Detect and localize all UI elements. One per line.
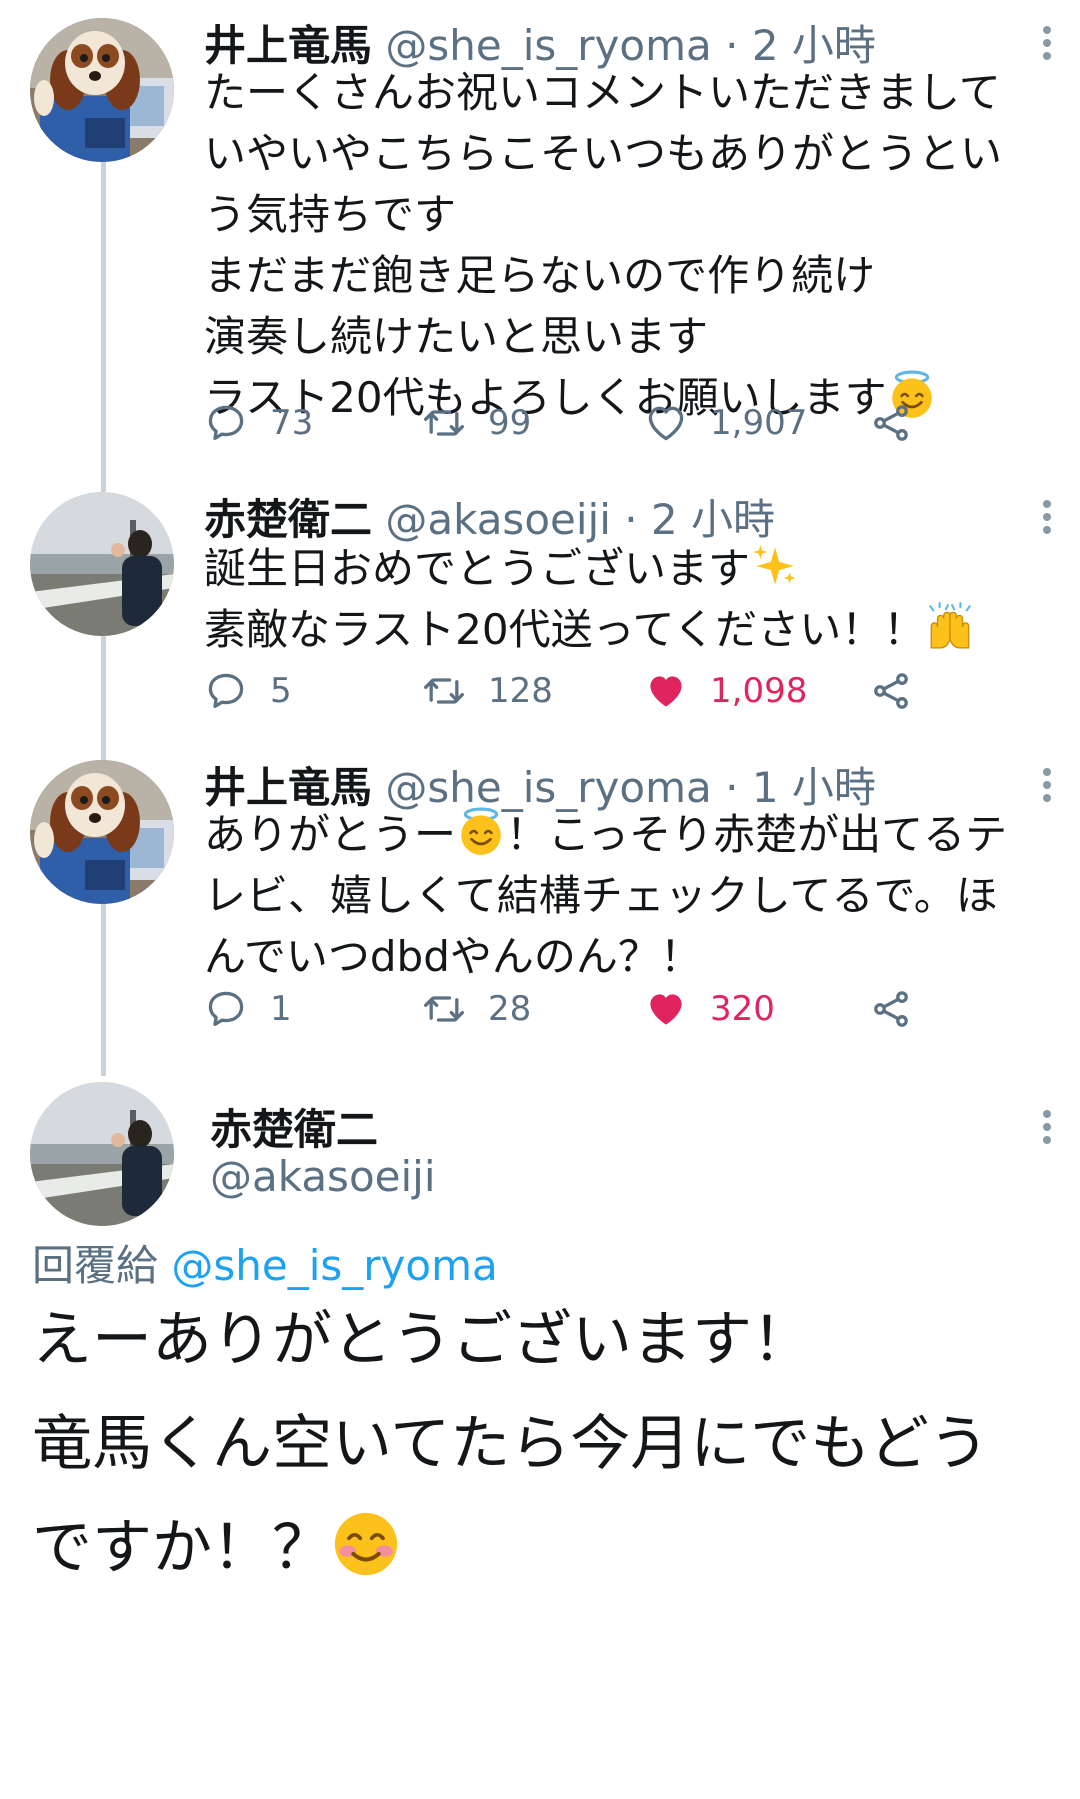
- text-line: ですか！？: [32, 1513, 332, 1583]
- text-line: レビ、嬉しくて結構チェックしてるで。ほ: [204, 871, 998, 920]
- smiling-face-with-smiling-eyes-icon: [332, 1510, 400, 1578]
- raised-hands-icon: [925, 602, 975, 652]
- smiling-face-with-halo-icon: [456, 807, 506, 857]
- text-line: 素敵なラスト20代送ってください！！: [204, 605, 926, 654]
- tweet-text: 誕生日おめでとうございます 素敵なラスト20代送ってください！！: [204, 538, 1064, 660]
- vertical-ellipsis-icon[interactable]: [1040, 500, 1054, 540]
- text-line-with-emoji: 誕生日おめでとうございます: [204, 538, 1064, 599]
- retweet-count: 99: [488, 403, 532, 443]
- retweet-count: 28: [488, 989, 532, 1029]
- reply-count: 5: [270, 671, 292, 711]
- avatar[interactable]: [30, 760, 174, 904]
- like-button[interactable]: 1,907: [644, 398, 807, 448]
- avatar[interactable]: [30, 1082, 174, 1226]
- retweet-icon: [422, 669, 466, 713]
- like-count: 320: [710, 989, 775, 1029]
- reply-target-link[interactable]: @she_is_ryoma: [171, 1241, 497, 1290]
- separator-dot: ·: [624, 495, 638, 544]
- text-line: 竜馬くん空いてたら今月にでもどう: [32, 1409, 989, 1479]
- text-line: いやいやこちらこそいつもありがとうとい: [204, 129, 1003, 178]
- text-line-with-emoji: 素敵なラスト20代送ってください！！: [204, 599, 1064, 660]
- tweet[interactable]: 赤楚衛二 @akasoeiji · 2 小時 誕生日おめでとうございます 素敵な…: [0, 492, 1080, 742]
- retweet-button[interactable]: 99: [422, 398, 531, 448]
- reply-prefix: 回覆給: [32, 1241, 159, 1290]
- retweet-button[interactable]: 28: [422, 984, 531, 1034]
- display-name[interactable]: 赤楚衛二: [210, 1096, 378, 1157]
- like-button[interactable]: 320: [644, 984, 775, 1034]
- text-line: う気持ちです: [204, 190, 457, 239]
- share-icon: [869, 401, 913, 445]
- share-icon: [869, 669, 913, 713]
- timestamp[interactable]: 2 小時: [651, 495, 775, 544]
- tweet[interactable]: 井上竜馬 @she_is_ryoma · 1 小時 ありがとうー ！こっそり赤楚が…: [0, 760, 1080, 1070]
- like-count: 1,907: [710, 403, 808, 443]
- tweet-text: ありがとうー ！こっそり赤楚が出てるテ レビ、嬉しくて結構チェックしてるで。ほ ん…: [204, 804, 1064, 987]
- tweet[interactable]: 井上竜馬 @she_is_ryoma · 2 小時 たーくさんお祝いコメントいた…: [0, 18, 1080, 488]
- reply-button[interactable]: 73: [204, 398, 313, 448]
- tweet-text: たーくさんお祝いコメントいただきまして いやいやこちらこそいつもありがとうとい …: [204, 62, 1064, 428]
- action-bar: 73 99 1,907: [204, 398, 924, 448]
- reply-bubble-icon: [204, 987, 248, 1031]
- tweet-text: えーありがとうございます！ 竜馬くん空いてたら今月にでもどう ですか！？: [32, 1288, 1062, 1600]
- retweet-button[interactable]: 128: [422, 666, 553, 716]
- text-line: 演奏し続けたいと思います: [204, 312, 709, 361]
- reply-button[interactable]: 5: [204, 666, 292, 716]
- like-button[interactable]: 1,098: [644, 666, 807, 716]
- vertical-ellipsis-icon[interactable]: [1040, 1110, 1054, 1150]
- reply-bubble-icon: [204, 401, 248, 445]
- share-icon: [869, 987, 913, 1031]
- retweet-count: 128: [488, 671, 553, 711]
- text-line: えーありがとうございます！: [32, 1305, 812, 1375]
- like-count: 1,098: [710, 671, 808, 711]
- share-button[interactable]: [869, 984, 913, 1034]
- display-name[interactable]: 赤楚衛二: [204, 495, 372, 544]
- retweet-icon: [422, 987, 466, 1031]
- user-handle[interactable]: @akasoeiji: [385, 495, 610, 544]
- heart-icon: [644, 401, 688, 445]
- heart-filled-icon: [644, 669, 688, 713]
- action-bar: 5 128 1,098: [204, 666, 924, 716]
- vertical-ellipsis-icon[interactable]: [1040, 26, 1054, 66]
- reply-count: 1: [270, 989, 292, 1029]
- text-line: んでいつdbdやんのん？！: [204, 932, 702, 981]
- text-line-with-emoji: ですか！？: [32, 1496, 1062, 1600]
- avatar[interactable]: [30, 18, 174, 162]
- avatar[interactable]: [30, 492, 174, 636]
- action-bar: 1 28 320: [204, 984, 924, 1034]
- text-line: ！こっそり赤楚が出てるテ: [506, 810, 1008, 859]
- text-line: まだまだ飽き足らないので作り続け: [204, 251, 876, 300]
- retweet-icon: [422, 401, 466, 445]
- focused-tweet[interactable]: 赤楚衛二 @akasoeiji 回覆給 @she_is_ryoma えーありがと…: [0, 1082, 1080, 1799]
- share-button[interactable]: [869, 666, 913, 716]
- text-line: 誕生日おめでとうございます: [204, 544, 751, 593]
- text-line-with-emoji: ありがとうー ！こっそり赤楚が出てるテ: [204, 804, 1064, 865]
- reply-bubble-icon: [204, 669, 248, 713]
- user-handle[interactable]: @akasoeiji: [210, 1152, 435, 1201]
- vertical-ellipsis-icon[interactable]: [1040, 768, 1054, 808]
- replying-to: 回覆給 @she_is_ryoma: [32, 1232, 498, 1293]
- reply-count: 73: [270, 403, 314, 443]
- reply-button[interactable]: 1: [204, 984, 292, 1034]
- heart-filled-icon: [644, 987, 688, 1031]
- sparkles-icon: [750, 541, 800, 591]
- share-button[interactable]: [869, 398, 913, 448]
- text-line: ありがとうー: [204, 810, 457, 859]
- text-line: たーくさんお祝いコメントいただきまして: [204, 68, 1001, 117]
